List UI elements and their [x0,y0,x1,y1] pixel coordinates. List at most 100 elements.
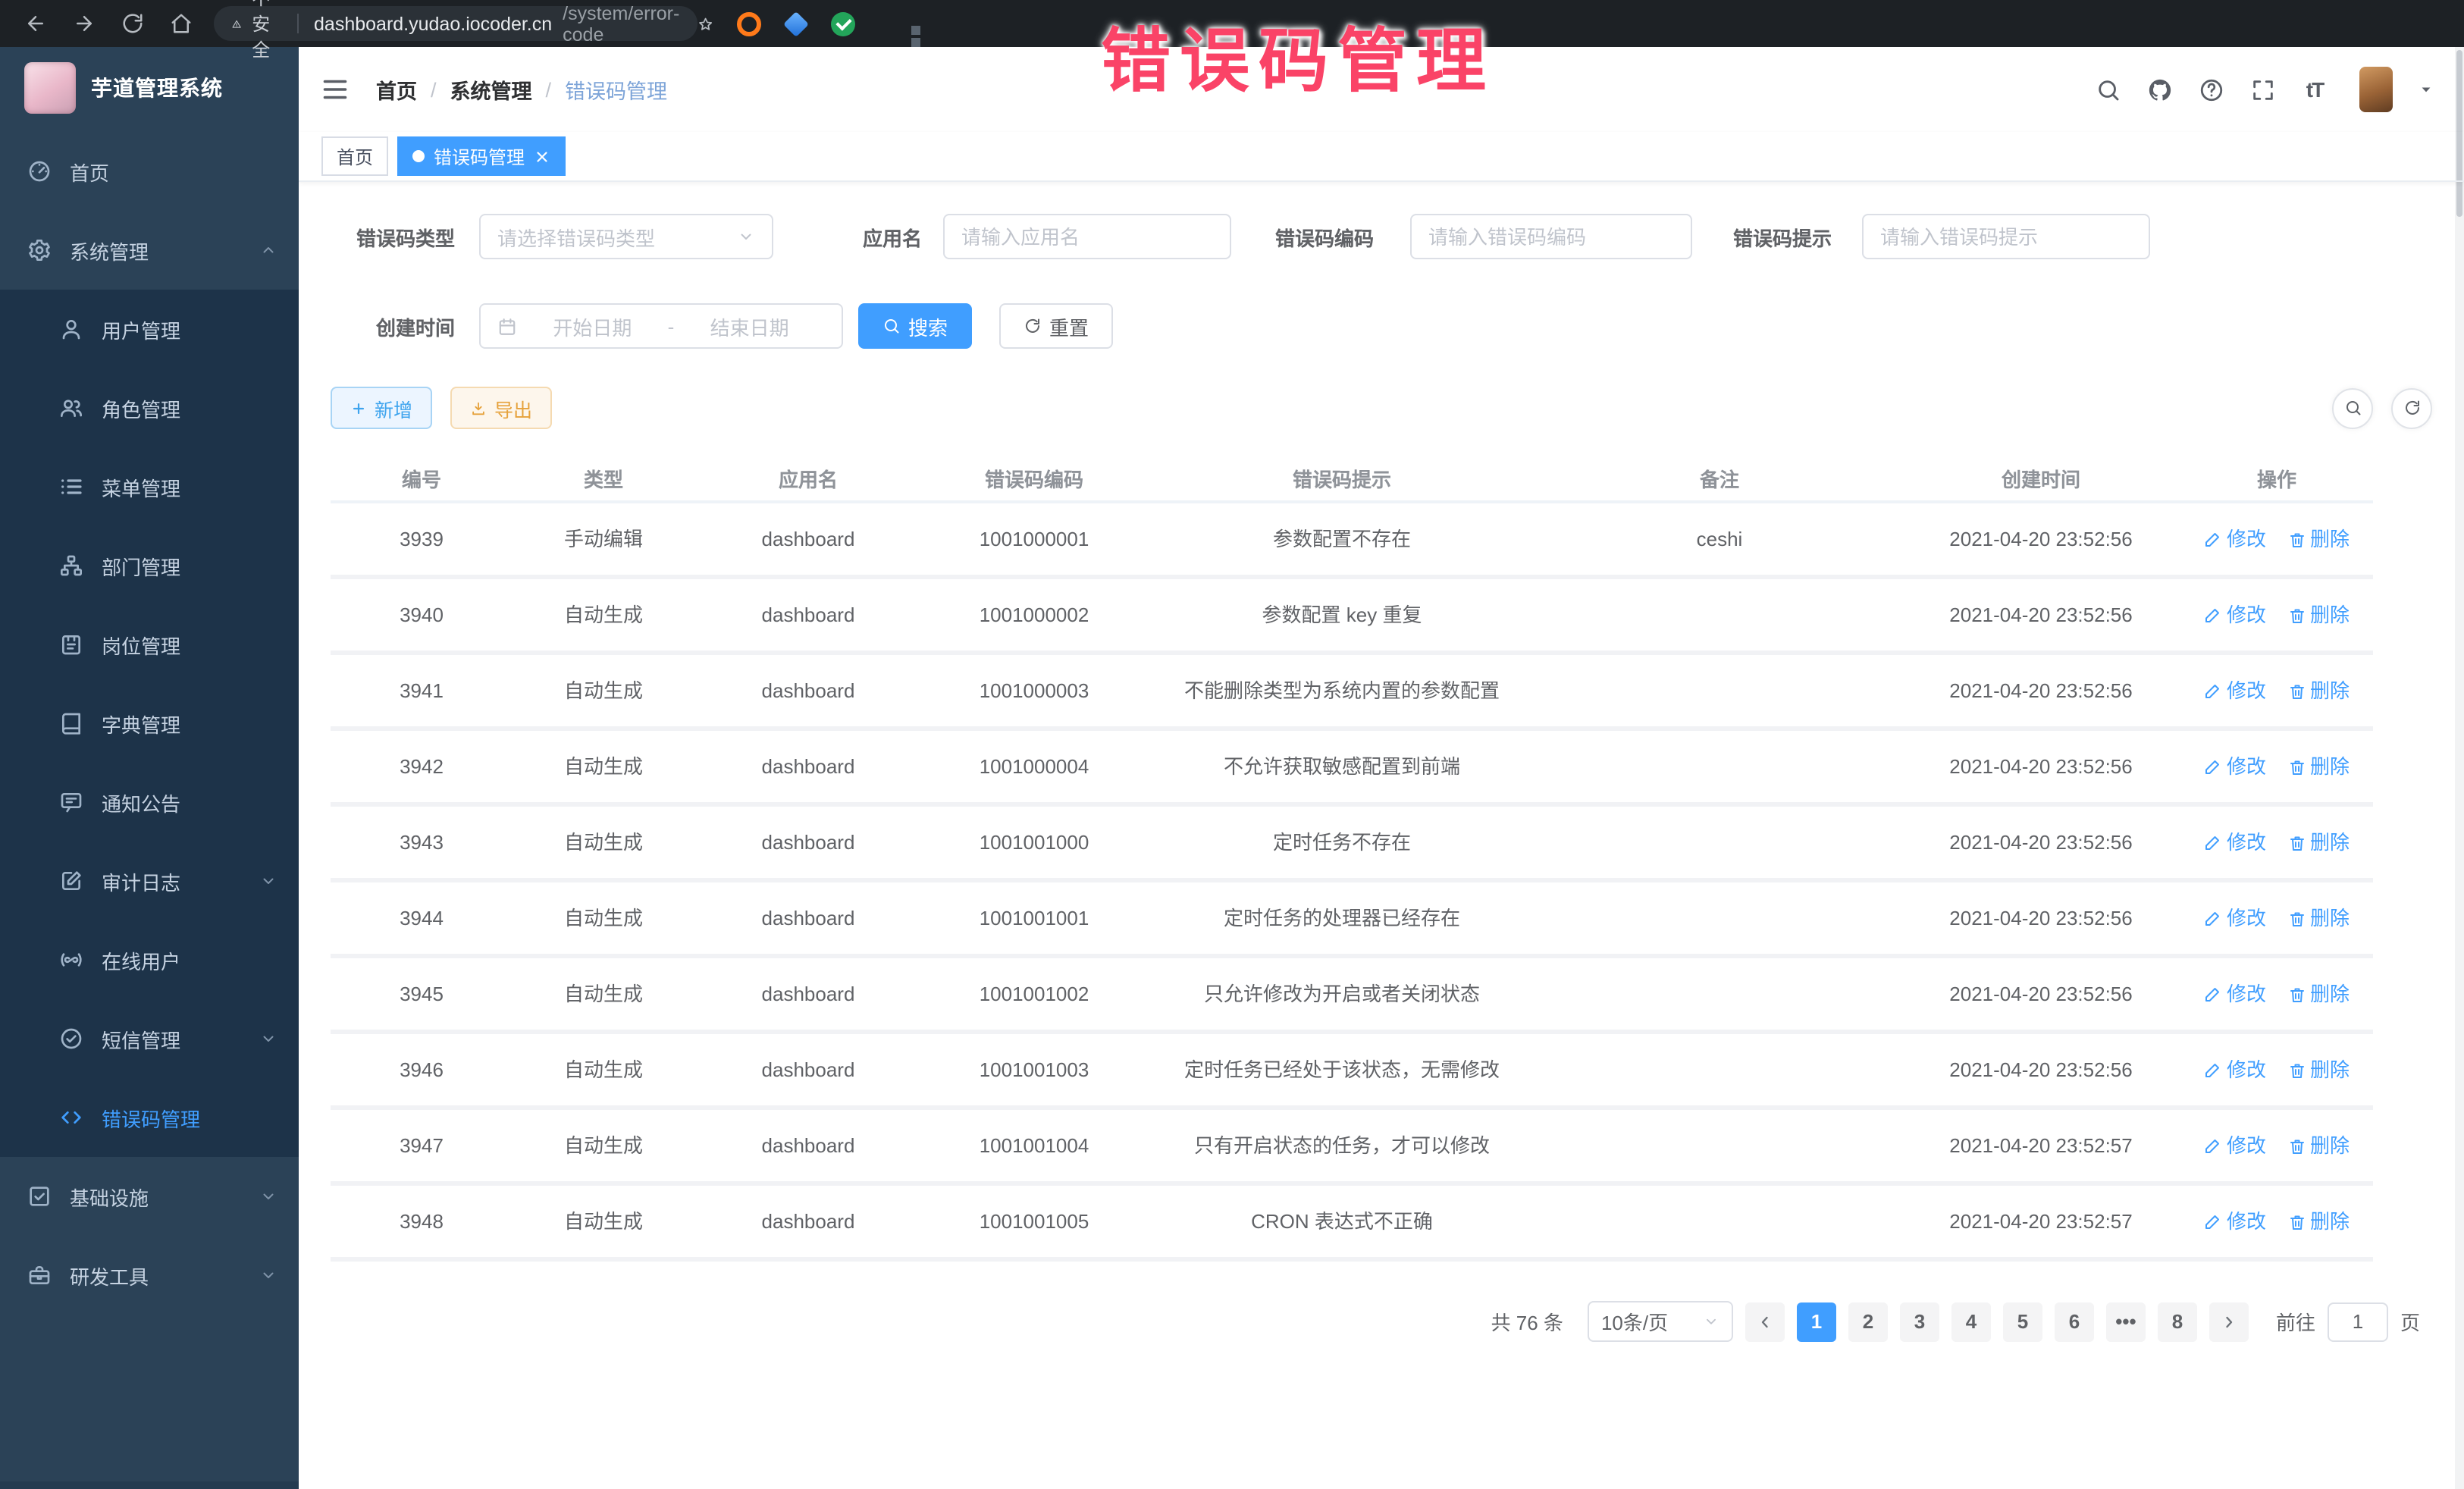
reload-icon[interactable] [121,12,144,35]
delete-link[interactable]: 删除 [2287,828,2350,857]
fullscreen-icon[interactable] [2250,77,2276,102]
cell-created: 2021-04-20 23:52:56 [1901,729,2180,804]
table-row[interactable]: 3943 自动生成 dashboard 1001001000 定时任务不存在 2… [331,804,2373,880]
table-row[interactable]: 3942 自动生成 dashboard 1001000004 不允许获取敏感配置… [331,729,2373,804]
sidebar-item[interactable]: 错误码管理 [0,1078,299,1157]
orange-extension-icon[interactable] [737,11,761,36]
table-row[interactable]: 3946 自动生成 dashboard 1001001003 定时任务已经处于该… [331,1032,2373,1108]
pencil-icon [2204,682,2222,700]
forward-arrow-icon[interactable] [73,12,96,35]
page-button[interactable]: 5 [2003,1302,2042,1341]
page-button[interactable]: 6 [2055,1302,2094,1341]
delete-link[interactable]: 删除 [2287,1131,2350,1160]
add-button[interactable]: 新增 [331,387,432,429]
sidebar-item[interactable]: 首页 [0,132,299,211]
sidebar-item[interactable]: 通知公告 [0,763,299,842]
app-name-input[interactable] [943,214,1231,259]
page-button[interactable]: 8 [2158,1302,2197,1341]
edit-link[interactable]: 修改 [2204,752,2266,781]
font-size-icon[interactable]: tT [2302,77,2328,102]
edit-link[interactable]: 修改 [2204,1207,2266,1236]
view-tab[interactable]: 错误码管理 [397,136,566,176]
sidebar-item[interactable]: 字典管理 [0,684,299,763]
star-icon[interactable] [698,11,713,36]
help-icon[interactable] [2199,77,2224,102]
sidebar-item[interactable]: 系统管理 [0,211,299,290]
delete-link[interactable]: 删除 [2287,752,2350,781]
delete-link[interactable]: 删除 [2287,676,2350,705]
table-row[interactable]: 3947 自动生成 dashboard 1001001004 只有开启状态的任务… [331,1108,2373,1183]
edit-link[interactable]: 修改 [2204,525,2266,553]
delete-link[interactable]: 删除 [2287,525,2350,553]
page-button[interactable]: 2 [1848,1302,1888,1341]
sidebar-item[interactable]: 菜单管理 [0,447,299,526]
sidebar-item[interactable]: 用户管理 [0,290,299,368]
edit-link[interactable]: 修改 [2204,980,2266,1008]
window-scrollbar[interactable] [2455,47,2464,1489]
prev-page-button[interactable] [1745,1302,1785,1341]
delete-link[interactable]: 删除 [2287,1207,2350,1236]
page-button[interactable]: 4 [1951,1302,1991,1341]
goto-page-input[interactable] [2328,1302,2388,1341]
date-range-picker[interactable]: 开始日期 - 结束日期 [479,303,843,349]
hamburger-icon[interactable] [321,76,349,103]
caret-down-icon[interactable] [2419,82,2434,97]
sidebar-item[interactable]: 研发工具 [0,1236,299,1315]
sidebar-item[interactable]: 角色管理 [0,368,299,447]
sidebar-item[interactable]: 审计日志 [0,842,299,920]
export-button[interactable]: 导出 [450,387,552,429]
sidebar-item[interactable]: 短信管理 [0,999,299,1078]
next-page-button[interactable] [2209,1302,2249,1341]
browser-home-icon[interactable] [170,12,193,35]
table-row[interactable]: 3944 自动生成 dashboard 1001001001 定时任务的处理器已… [331,880,2373,956]
edit-link[interactable]: 修改 [2204,904,2266,933]
page-button[interactable]: ••• [2106,1302,2146,1341]
breadcrumb-item[interactable]: 系统管理 [450,80,532,103]
back-arrow-icon[interactable] [24,12,47,35]
address-bar[interactable]: 不安全 dashboard.yudao.iocoder.cn /system/e… [214,6,698,41]
table-row[interactable]: 3939 手动编辑 dashboard 1001000001 参数配置不存在 c… [331,502,2373,577]
error-code-input[interactable] [1410,214,1692,259]
edit-link[interactable]: 修改 [2204,600,2266,629]
table-row[interactable]: 3941 自动生成 dashboard 1001000003 不能删除类型为系统… [331,653,2373,729]
error-tip-input[interactable] [1862,214,2150,259]
reset-button[interactable]: 重置 [999,303,1113,349]
delete-link[interactable]: 删除 [2287,904,2350,933]
breadcrumb-item[interactable]: 首页 [376,80,417,103]
breadcrumb-item[interactable]: 错误码管理 [565,80,667,103]
check-extension-icon[interactable] [831,11,855,36]
table-row[interactable]: 3945 自动生成 dashboard 1001001002 只允许修改为开启或… [331,956,2373,1032]
edit-link[interactable]: 修改 [2204,676,2266,705]
right-toolbar [2332,387,2432,428]
page-button[interactable]: 3 [1900,1302,1939,1341]
sidebar-item[interactable]: 部门管理 [0,526,299,605]
table-row[interactable]: 3948 自动生成 dashboard 1001001005 CRON 表达式不… [331,1183,2373,1259]
page-size-select[interactable]: 10条/页 [1588,1301,1733,1342]
search-button[interactable]: 搜索 [858,303,972,349]
trash-icon [2287,682,2306,700]
edit-link[interactable]: 修改 [2204,1131,2266,1160]
edit-link[interactable]: 修改 [2204,1055,2266,1084]
edit-link[interactable]: 修改 [2204,828,2266,857]
table-row[interactable]: 3940 自动生成 dashboard 1001000002 参数配置 key … [331,577,2373,653]
close-icon[interactable] [534,148,550,165]
sidebar-item[interactable]: 基础设施 [0,1157,299,1236]
refresh-table-button[interactable] [2391,387,2432,428]
github-icon[interactable] [2147,77,2173,102]
page-button[interactable]: 1 [1797,1302,1836,1341]
row-actions: 修改 删除 [2187,1055,2367,1084]
cell-remark [1538,729,1901,804]
delete-link[interactable]: 删除 [2287,600,2350,629]
trash-icon [2287,833,2306,851]
view-tab[interactable]: 首页 [321,136,388,176]
cell-code: 1001001001 [928,904,1140,933]
gem-extension-icon[interactable] [783,11,809,36]
search-icon[interactable] [2096,77,2121,102]
sidebar-item[interactable]: 岗位管理 [0,605,299,684]
delete-link[interactable]: 删除 [2287,1055,2350,1084]
toggle-search-button[interactable] [2332,387,2373,428]
delete-link[interactable]: 删除 [2287,980,2350,1008]
sidebar-item[interactable]: 在线用户 [0,920,299,999]
user-avatar[interactable] [2359,67,2393,112]
error-code-type-select[interactable]: 请选择错误码类型 [479,214,773,259]
